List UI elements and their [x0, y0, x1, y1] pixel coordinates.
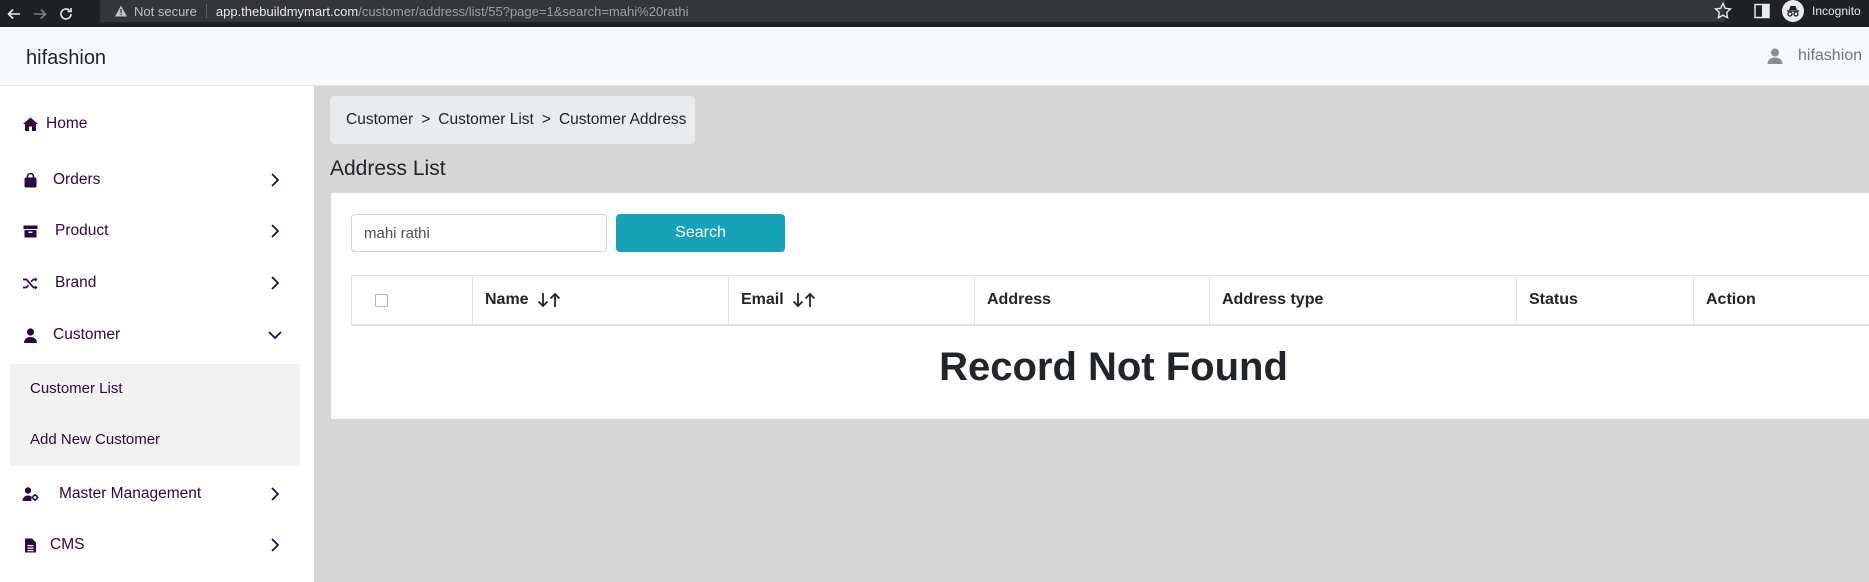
sidebar-item-cms[interactable]: CMS [0, 523, 314, 567]
user-gear-icon [20, 484, 40, 504]
column-header-label: Name [485, 291, 529, 308]
breadcrumb: Customer > Customer List > Customer Addr… [330, 96, 695, 144]
forward-arrow-icon[interactable] [28, 2, 52, 26]
page-title: Address List [330, 157, 446, 180]
not-secure-label: Not secure [134, 3, 197, 19]
sidebar-item-product[interactable]: Product [0, 209, 314, 253]
column-header-label: Status [1529, 291, 1578, 308]
chevron-right-icon [271, 538, 280, 552]
top-navbar: hifashion hifashion [0, 27, 1869, 86]
column-header-email[interactable]: Email [728, 276, 974, 324]
sidebar-item-brand[interactable]: Brand [0, 261, 314, 305]
search-button[interactable]: Search [616, 214, 785, 252]
bookmark-star-icon[interactable] [1713, 1, 1733, 21]
chevron-right-icon [271, 173, 280, 187]
submenu-item-customer-list[interactable]: Customer List [30, 380, 123, 397]
column-header-label: Address [987, 291, 1052, 308]
incognito-label: Incognito [1812, 4, 1861, 18]
sort-icon[interactable] [792, 292, 818, 308]
column-header-address: Address [974, 276, 1209, 324]
sort-icon[interactable] [537, 292, 563, 308]
empty-state-message: Record Not Found [939, 345, 1288, 389]
url-host: app.thebuildmymart.com [215, 3, 359, 19]
omnibox-divider [205, 4, 207, 18]
user-menu[interactable]: hifashion [1766, 47, 1862, 65]
sidebar-item-orders[interactable]: Orders [0, 158, 314, 202]
sidebar-item-label: Master Management [59, 485, 202, 502]
sidebar-item-label: Brand [55, 274, 97, 291]
column-header-action: Action [1693, 276, 1869, 324]
shopping-bag-icon [20, 170, 40, 190]
breadcrumb-item-customer-list[interactable]: Customer List [438, 111, 534, 129]
chevron-down-icon [268, 331, 282, 340]
submenu-item-add-new-customer[interactable]: Add New Customer [30, 431, 160, 448]
breadcrumb-separator: > [421, 111, 431, 128]
chevron-right-icon [271, 276, 280, 290]
user-name: hifashion [1798, 47, 1863, 64]
document-icon [20, 535, 40, 555]
breadcrumb-item-customer[interactable]: Customer [346, 111, 413, 129]
chevron-right-icon [271, 487, 280, 501]
incognito-indicator[interactable]: Incognito [1782, 0, 1861, 22]
back-arrow-icon[interactable] [2, 2, 26, 26]
select-all-checkbox[interactable] [375, 293, 388, 307]
search-input[interactable] [351, 214, 607, 252]
brand-logo[interactable]: hifashion [26, 47, 106, 70]
column-header-name[interactable]: Name [472, 276, 728, 324]
side-panel-icon[interactable] [1753, 2, 1771, 20]
address-list-card: Search Name Email Address Address type S… [331, 193, 1869, 419]
table-header: Name Email Address Address type Status A… [351, 275, 1869, 326]
column-select-all [352, 276, 472, 324]
sidebar-item-label: Home [46, 115, 88, 132]
sidebar: Home Orders Product Brand Customer Custo… [0, 86, 314, 582]
url-path: /customer/address/list/55?page=1&search=… [358, 3, 689, 19]
sidebar-item-label: Orders [53, 171, 101, 188]
address-bar[interactable]: Not secure app.thebuildmymart.com/custom… [100, 0, 1725, 22]
home-icon [20, 114, 40, 134]
sidebar-item-label: CMS [50, 536, 85, 553]
user-icon [1767, 48, 1783, 64]
sidebar-item-label: Customer [53, 326, 121, 343]
warning-icon [115, 5, 127, 17]
customer-submenu: Customer List Add New Customer [10, 364, 300, 466]
column-header-address-type: Address type [1209, 276, 1516, 324]
reload-icon[interactable] [54, 2, 78, 26]
shuffle-icon [20, 273, 40, 293]
sidebar-item-label: Product [55, 222, 109, 239]
column-header-status: Status [1516, 276, 1693, 324]
breadcrumb-item-customer-address: Customer Address [558, 111, 687, 128]
archive-box-icon [20, 221, 40, 241]
user-icon [20, 325, 40, 345]
column-header-label: Action [1706, 291, 1756, 308]
column-header-label: Email [741, 291, 784, 308]
chevron-right-icon [271, 224, 280, 238]
sidebar-item-home[interactable]: Home [0, 102, 314, 146]
incognito-icon [1782, 0, 1804, 22]
browser-toolbar: Not secure app.thebuildmymart.com/custom… [0, 0, 1869, 27]
breadcrumb-separator: > [541, 111, 551, 128]
sidebar-item-customer[interactable]: Customer [0, 313, 314, 357]
sidebar-item-master-management[interactable]: Master Management [0, 472, 314, 516]
column-header-label: Address type [1222, 291, 1324, 308]
